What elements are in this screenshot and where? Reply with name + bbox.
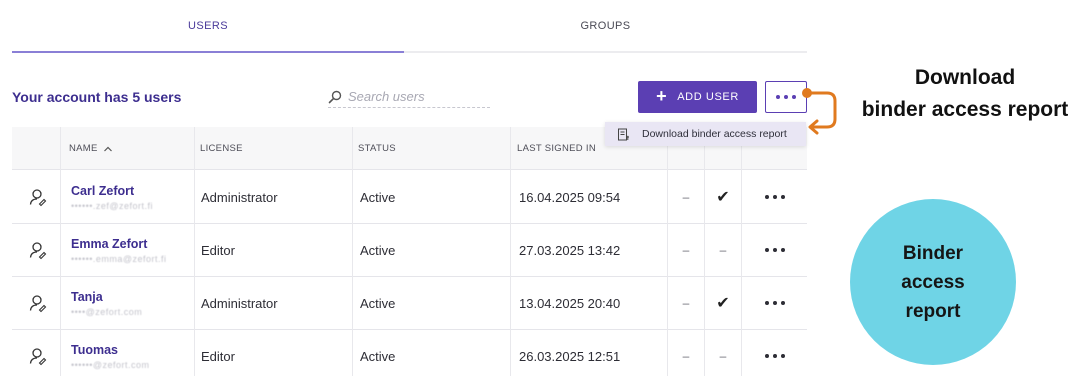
row-actions-button[interactable]	[742, 330, 807, 376]
column-7-value: –	[719, 349, 727, 363]
user-role-icon	[26, 171, 50, 223]
column-header-name[interactable]: NAME	[69, 127, 113, 170]
table-row[interactable]: Tuomas ••••••@zefort.com Editor Active 26.03…	[12, 330, 807, 376]
row-actions-button[interactable]	[742, 171, 807, 223]
column-header-status[interactable]: STATUS	[358, 127, 396, 170]
user-status: Active	[360, 295, 396, 311]
user-email: ••••••.emma@zefort.fi	[71, 253, 167, 264]
user-status: Active	[360, 189, 396, 205]
user-role-icon	[26, 330, 50, 376]
add-user-label: ADD USER	[677, 91, 739, 103]
column-divider	[194, 127, 195, 376]
user-role-icon	[26, 277, 50, 329]
callout-title: Download binder access report	[861, 66, 1069, 121]
user-email: ••••••@zefort.com	[71, 359, 150, 370]
column-divider	[510, 127, 511, 376]
column-header-last-signed-in[interactable]: LAST SIGNED IN	[517, 127, 596, 170]
table-row[interactable]: Carl Zefort ••••••.zef@zefort.fi Administr…	[12, 171, 807, 224]
user-last-signed-in: 27.03.2025 13:42	[519, 242, 621, 258]
column-6-value: –	[682, 190, 690, 204]
column-divider	[352, 127, 353, 376]
column-7-value: –	[719, 243, 727, 257]
search-box[interactable]	[328, 86, 490, 108]
report-icon	[618, 128, 629, 140]
user-name[interactable]: Carl Zefort	[71, 184, 134, 198]
user-name[interactable]: Tuomas	[71, 343, 118, 357]
user-license: Administrator	[201, 189, 278, 205]
row-more-icon	[764, 301, 785, 305]
download-report-label: Download binder access report	[642, 128, 787, 140]
row-actions-button[interactable]	[742, 277, 807, 329]
row-more-icon	[764, 248, 785, 252]
user-status: Active	[360, 242, 396, 258]
row-more-icon	[764, 195, 785, 199]
add-user-button[interactable]: + ADD USER	[638, 81, 757, 113]
column-divider	[704, 127, 705, 376]
user-license: Administrator	[201, 295, 278, 311]
sort-ascending-icon	[103, 146, 112, 151]
active-tab-indicator	[12, 51, 404, 53]
more-dots-icon	[776, 95, 796, 99]
user-license: Editor	[201, 348, 235, 364]
table-row[interactable]: Emma Zefort ••••••.emma@zefort.fi Editor Ac…	[12, 224, 807, 277]
user-status: Active	[360, 348, 396, 364]
binder-access-report-badge: Binder access report	[850, 199, 1016, 365]
column-6-value: –	[682, 296, 690, 310]
plus-icon: +	[656, 86, 668, 106]
user-last-signed-in: 26.03.2025 12:51	[519, 348, 621, 364]
user-last-signed-in: 16.04.2025 09:54	[519, 189, 621, 205]
checkmark-icon: ✔	[716, 189, 730, 206]
search-icon	[328, 90, 342, 103]
download-report-menu-item[interactable]: Download binder access report	[605, 122, 806, 146]
column-6-value: –	[682, 349, 690, 363]
user-last-signed-in: 13.04.2025 20:40	[519, 295, 621, 311]
column-6-value: –	[682, 243, 690, 257]
user-email: ••••@zefort.com	[71, 306, 143, 317]
search-input[interactable]	[348, 89, 486, 104]
column-divider	[60, 127, 61, 376]
column-divider	[667, 127, 668, 376]
user-email: ••••••.zef@zefort.fi	[71, 200, 154, 211]
checkmark-icon: ✔	[716, 295, 730, 312]
user-name[interactable]: Emma Zefort	[71, 237, 147, 251]
table-row[interactable]: Tanja ••••@zefort.com Administrator Active 1…	[12, 277, 807, 330]
tab-groups[interactable]: GROUPS	[404, 0, 807, 52]
row-more-icon	[764, 354, 785, 358]
column-header-license[interactable]: LICENSE	[200, 127, 243, 170]
tab-users[interactable]: USERS	[12, 0, 404, 52]
user-count-text: Your account has 5 users	[12, 89, 182, 105]
column-divider	[741, 127, 742, 376]
user-role-icon	[26, 224, 50, 276]
user-name[interactable]: Tanja	[71, 290, 103, 304]
tab-bar: USERS GROUPS	[12, 0, 807, 54]
user-license: Editor	[201, 242, 235, 258]
row-actions-button[interactable]	[742, 224, 807, 276]
